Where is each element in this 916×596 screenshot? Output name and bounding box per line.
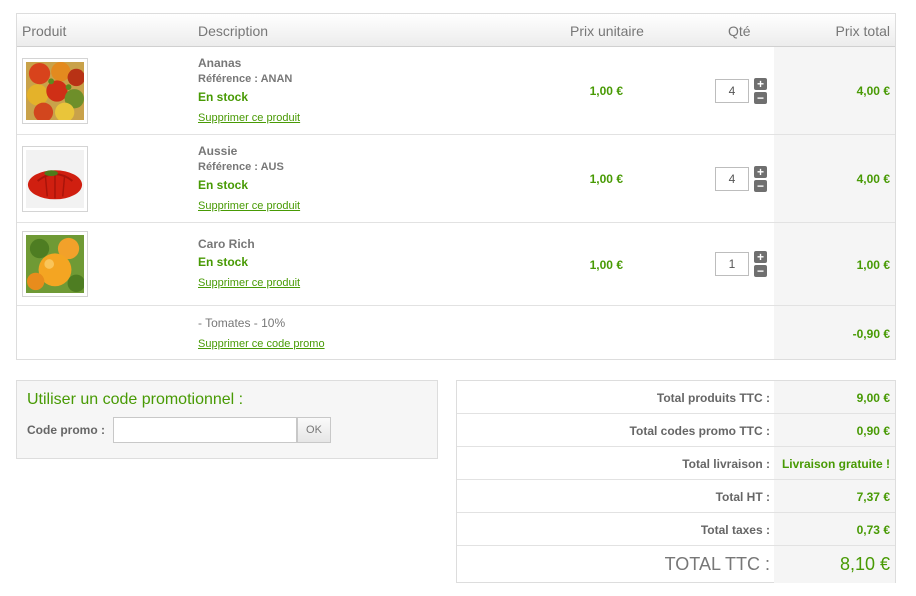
red-ribbed-tomato-photo-icon (26, 150, 84, 208)
product-name[interactable]: Ananas (198, 56, 241, 70)
remove-product-link[interactable]: Supprimer ce produit (198, 112, 300, 124)
quantity-decrease-icon[interactable]: − (754, 265, 767, 277)
column-header-description: Description (198, 23, 269, 39)
total-promo-value: 0,90 € (856, 424, 890, 438)
product-name[interactable]: Aussie (198, 144, 237, 158)
column-header-total-price: Prix total (835, 23, 890, 39)
total-products-label: Total produits TTC : (656, 391, 770, 405)
product-thumbnail-ananas[interactable] (22, 58, 88, 124)
quantity-input[interactable]: 1 (715, 252, 749, 276)
promo-ok-button[interactable]: OK (297, 417, 331, 443)
quantity-increase-icon[interactable]: + (754, 166, 767, 178)
cart-table-header: Produit Description Prix unitaire Qté Pr… (17, 14, 895, 47)
stock-status: En stock (198, 255, 249, 269)
quantity-input[interactable]: 4 (715, 79, 749, 103)
promo-code-input[interactable] (113, 417, 297, 443)
column-header-quantity: Qté (728, 23, 751, 39)
remove-product-link[interactable]: Supprimer ce produit (198, 200, 300, 212)
total-row-products: Total produits TTC : 9,00 € (457, 381, 895, 414)
total-products-value: 9,00 € (856, 391, 890, 405)
unit-price: 1,00 € (589, 258, 623, 272)
cart-table: Produit Description Prix unitaire Qté Pr… (16, 13, 896, 360)
product-thumbnail-aussie[interactable] (22, 146, 88, 212)
line-total: 4,00 € (856, 84, 890, 98)
total-shipping-label: Total livraison : (682, 457, 770, 471)
quantity-increase-icon[interactable]: + (754, 251, 767, 263)
total-row-promo: Total codes promo TTC : 0,90 € (457, 414, 895, 447)
remove-product-link[interactable]: Supprimer ce produit (198, 277, 300, 289)
total-shipping-value: Livraison gratuite ! (781, 457, 890, 471)
multicolor-tomatoes-photo-icon (26, 62, 84, 120)
line-total: 4,00 € (856, 172, 890, 186)
quantity-increase-icon[interactable]: + (754, 78, 767, 90)
total-taxes-value: 0,73 € (856, 523, 890, 537)
cart-row-caro-rich: Caro Rich En stock Supprimer ce produit … (17, 223, 895, 306)
quantity-input[interactable]: 4 (715, 167, 749, 191)
product-reference: Référence : AUS (198, 161, 284, 173)
cart-row-aussie: Aussie Référence : AUS En stock Supprime… (17, 135, 895, 223)
total-row-ht: Total HT : 7,37 € (457, 480, 895, 513)
discount-label: - Tomates - 10% (198, 316, 286, 330)
grand-total-value: 8,10 € (839, 554, 890, 574)
column-header-product: Produit (22, 23, 67, 39)
product-thumbnail-caro-rich[interactable] (22, 231, 88, 297)
promo-code-label: Code promo : (27, 423, 105, 437)
promo-code-box: Utiliser un code promotionnel : Code pro… (16, 380, 438, 459)
stock-status: En stock (198, 178, 249, 192)
column-header-unit-price: Prix unitaire (570, 23, 644, 39)
discount-amount: -0,90 € (852, 327, 890, 341)
product-name[interactable]: Caro Rich (198, 237, 255, 251)
cart-row-ananas: Ananas Référence : ANAN En stock Supprim… (17, 47, 895, 135)
cart-row-discount: - Tomates - 10% Supprimer ce code promo … (17, 306, 895, 359)
total-taxes-label: Total taxes : (700, 523, 770, 537)
promo-title: Utiliser un code promotionnel : (27, 391, 244, 408)
line-total: 1,00 € (856, 258, 890, 272)
orange-tomatoes-photo-icon (26, 235, 84, 293)
total-ht-label: Total HT : (715, 490, 770, 504)
product-reference: Référence : ANAN (198, 73, 293, 85)
grand-total-label: TOTAL TTC : (664, 554, 770, 574)
total-promo-label: Total codes promo TTC : (629, 424, 770, 438)
quantity-decrease-icon[interactable]: − (754, 180, 767, 192)
quantity-decrease-icon[interactable]: − (754, 92, 767, 104)
unit-price: 1,00 € (589, 84, 623, 98)
unit-price: 1,00 € (589, 172, 623, 186)
total-ht-value: 7,37 € (856, 490, 890, 504)
stock-status: En stock (198, 90, 249, 104)
order-totals: Total produits TTC : 9,00 € Total codes … (456, 380, 896, 583)
total-row-taxes: Total taxes : 0,73 € (457, 513, 895, 546)
total-row-shipping: Total livraison : Livraison gratuite ! (457, 447, 895, 480)
total-row-ttc: TOTAL TTC : 8,10 € (457, 546, 895, 583)
remove-promo-link[interactable]: Supprimer ce code promo (198, 338, 325, 350)
